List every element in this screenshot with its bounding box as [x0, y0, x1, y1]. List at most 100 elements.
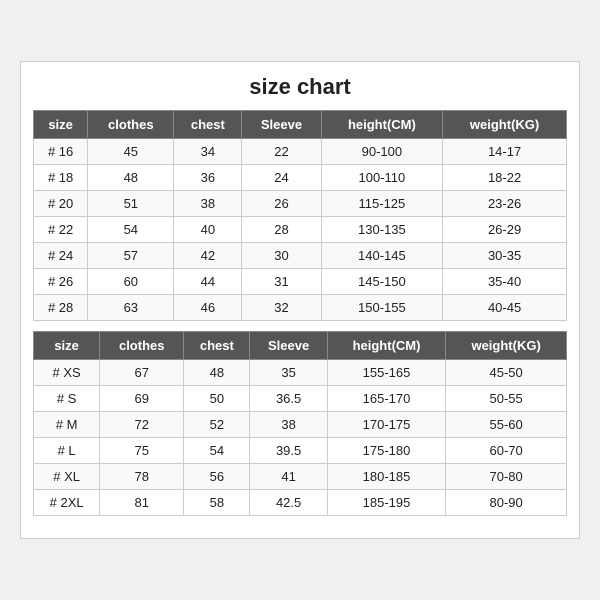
- table-cell: 40-45: [443, 295, 567, 321]
- table-cell: 175-180: [327, 438, 445, 464]
- header-cell: chest: [184, 332, 250, 360]
- table-cell: 46: [174, 295, 242, 321]
- table-cell: # XL: [34, 464, 100, 490]
- table-cell: # 18: [34, 165, 88, 191]
- header-cell: weight(KG): [443, 111, 567, 139]
- chart-title: size chart: [33, 74, 567, 100]
- table-row: # 28634632150-15540-45: [34, 295, 567, 321]
- table-cell: 185-195: [327, 490, 445, 516]
- table-row: # 22544028130-13526-29: [34, 217, 567, 243]
- table-row: # 26604431145-15035-40: [34, 269, 567, 295]
- table-cell: 35: [250, 360, 327, 386]
- table-cell: # 16: [34, 139, 88, 165]
- table-cell: 26-29: [443, 217, 567, 243]
- header-cell: clothes: [100, 332, 184, 360]
- header-cell: size: [34, 332, 100, 360]
- table-cell: 44: [174, 269, 242, 295]
- table-cell: 150-155: [321, 295, 443, 321]
- header-cell: clothes: [88, 111, 174, 139]
- header-cell: height(CM): [321, 111, 443, 139]
- header-cell: Sleeve: [242, 111, 321, 139]
- table-cell: # 26: [34, 269, 88, 295]
- table-cell: 31: [242, 269, 321, 295]
- table-cell: 50: [184, 386, 250, 412]
- table-row: # 24574230140-14530-35: [34, 243, 567, 269]
- table-cell: 54: [88, 217, 174, 243]
- header-cell: chest: [174, 111, 242, 139]
- table-cell: 42: [174, 243, 242, 269]
- table-cell: 75: [100, 438, 184, 464]
- table-cell: 38: [250, 412, 327, 438]
- chart-container: size chart sizeclotheschestSleeveheight(…: [20, 61, 580, 539]
- table-row: # M725238170-17555-60: [34, 412, 567, 438]
- table-cell: 23-26: [443, 191, 567, 217]
- table-cell: 14-17: [443, 139, 567, 165]
- table-cell: 41: [250, 464, 327, 490]
- table-cell: 58: [184, 490, 250, 516]
- table-cell: 48: [88, 165, 174, 191]
- table-cell: # XS: [34, 360, 100, 386]
- table-cell: 52: [184, 412, 250, 438]
- table-cell: # 24: [34, 243, 88, 269]
- table-cell: 155-165: [327, 360, 445, 386]
- table-cell: # S: [34, 386, 100, 412]
- header-cell: size: [34, 111, 88, 139]
- table-cell: 35-40: [443, 269, 567, 295]
- table-cell: 18-22: [443, 165, 567, 191]
- table-row: # S695036.5165-17050-55: [34, 386, 567, 412]
- table-cell: 60-70: [446, 438, 567, 464]
- table-cell: 57: [88, 243, 174, 269]
- table-cell: 42.5: [250, 490, 327, 516]
- table-cell: # M: [34, 412, 100, 438]
- table-cell: # L: [34, 438, 100, 464]
- table-cell: 30-35: [443, 243, 567, 269]
- table-cell: 45-50: [446, 360, 567, 386]
- table-cell: 40: [174, 217, 242, 243]
- table-cell: 140-145: [321, 243, 443, 269]
- table-cell: 170-175: [327, 412, 445, 438]
- table-cell: 24: [242, 165, 321, 191]
- table-cell: 51: [88, 191, 174, 217]
- header-cell: Sleeve: [250, 332, 327, 360]
- table-cell: 67: [100, 360, 184, 386]
- table-cell: 70-80: [446, 464, 567, 490]
- table-cell: 28: [242, 217, 321, 243]
- table-cell: 45: [88, 139, 174, 165]
- table-row: # 1645342290-10014-17: [34, 139, 567, 165]
- table-cell: # 22: [34, 217, 88, 243]
- table-cell: 34: [174, 139, 242, 165]
- table-row: # 20513826115-12523-26: [34, 191, 567, 217]
- table-cell: 48: [184, 360, 250, 386]
- size-table-2: sizeclotheschestSleeveheight(CM)weight(K…: [33, 331, 567, 516]
- table1-body: # 1645342290-10014-17# 18483624100-11018…: [34, 139, 567, 321]
- table-row: # 2XL815842.5185-19580-90: [34, 490, 567, 516]
- table-cell: 145-150: [321, 269, 443, 295]
- table-cell: 180-185: [327, 464, 445, 490]
- table-cell: 30: [242, 243, 321, 269]
- table-cell: 63: [88, 295, 174, 321]
- table-cell: 80-90: [446, 490, 567, 516]
- table-cell: # 2XL: [34, 490, 100, 516]
- table-row: # XS674835155-16545-50: [34, 360, 567, 386]
- table-cell: 165-170: [327, 386, 445, 412]
- table-row: # XL785641180-18570-80: [34, 464, 567, 490]
- table-cell: 115-125: [321, 191, 443, 217]
- table-cell: 54: [184, 438, 250, 464]
- header-cell: height(CM): [327, 332, 445, 360]
- table-cell: 130-135: [321, 217, 443, 243]
- table-cell: 90-100: [321, 139, 443, 165]
- table-cell: 36.5: [250, 386, 327, 412]
- table-cell: 55-60: [446, 412, 567, 438]
- table-cell: # 28: [34, 295, 88, 321]
- table-cell: 56: [184, 464, 250, 490]
- table-row: # 18483624100-11018-22: [34, 165, 567, 191]
- table-cell: 72: [100, 412, 184, 438]
- table-cell: 22: [242, 139, 321, 165]
- table-cell: 38: [174, 191, 242, 217]
- table-cell: 36: [174, 165, 242, 191]
- table-cell: 39.5: [250, 438, 327, 464]
- table-cell: 50-55: [446, 386, 567, 412]
- table-cell: 69: [100, 386, 184, 412]
- table1-header-row: sizeclotheschestSleeveheight(CM)weight(K…: [34, 111, 567, 139]
- table-cell: 81: [100, 490, 184, 516]
